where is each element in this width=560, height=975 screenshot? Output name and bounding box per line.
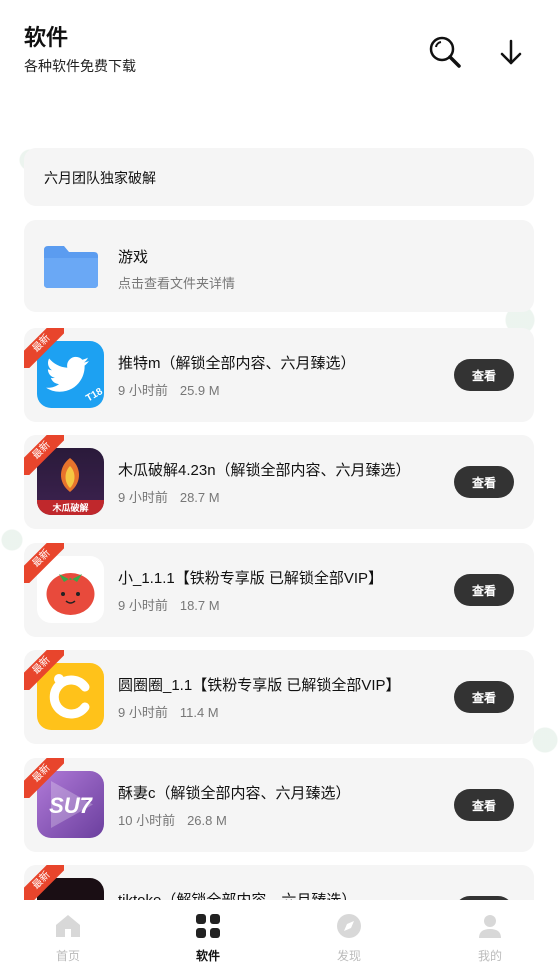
- app-meta: 9 小时前 25.9 M: [118, 380, 220, 399]
- tab-label: 首页: [55, 949, 80, 963]
- new-badge: 最新: [24, 328, 64, 368]
- tab-label: 我的: [477, 949, 502, 963]
- view-button[interactable]: 查看: [454, 466, 514, 498]
- app-time: 10 小时前: [118, 813, 176, 828]
- page-title: 软件: [24, 25, 69, 50]
- app-name: 酥妻c（解锁全部内容、六月臻选）: [118, 785, 351, 802]
- app-meta: 9 小时前 18.7 M: [118, 595, 220, 614]
- view-button[interactable]: 查看: [454, 359, 514, 391]
- app-time: 9 小时前: [118, 383, 168, 398]
- new-badge: 最新: [24, 543, 64, 583]
- app-meta: 10 小时前 26.8 M: [118, 810, 227, 829]
- folder-name: 游戏: [118, 249, 149, 266]
- search-button[interactable]: [427, 34, 463, 70]
- app-size: 18.7 M: [179, 598, 220, 613]
- app-item[interactable]: 木瓜破解 最新 木瓜破解4.23n（解锁全部内容、六月臻选） 9 小时前 28.7…: [24, 435, 534, 529]
- banner-text: 六月团队独家破解: [44, 170, 156, 186]
- app-name: 圆圈圈_1.1【铁粉专享版 已解锁全部VIP】: [118, 677, 401, 694]
- svg-text:木瓜破解: 木瓜破解: [51, 502, 88, 514]
- tab-software[interactable]: 软件: [173, 914, 243, 964]
- folder-icon: [42, 244, 100, 295]
- app-item[interactable]: SU7 最新 酥妻c（解锁全部内容、六月臻选） 10 小时前 26.8 M 查看: [24, 758, 534, 852]
- app-item[interactable]: 最新 圆圈圈_1.1【铁粉专享版 已解锁全部VIP】 9 小时前 11.4 M 查…: [24, 650, 534, 744]
- tab-mine[interactable]: 我的: [455, 914, 525, 964]
- app-size: 25.9 M: [179, 383, 220, 398]
- user-icon: [479, 915, 501, 938]
- app-time: 9 小时前: [118, 705, 168, 720]
- folder-games[interactable]: 游戏 点击查看文件夹详情: [24, 220, 534, 312]
- new-badge: 最新: [24, 435, 64, 475]
- tab-label: 发现: [336, 949, 361, 963]
- download-button[interactable]: [493, 34, 529, 70]
- app-time: 9 小时前: [118, 598, 168, 613]
- app-name: 木瓜破解4.23n（解锁全部内容、六月臻选）: [118, 462, 411, 479]
- page-subtitle: 各种软件免费下载: [24, 58, 136, 74]
- app-meta: 9 小时前 11.4 M: [118, 702, 219, 721]
- new-badge: 最新: [24, 650, 64, 690]
- arrow-down-icon: [500, 39, 522, 65]
- app-item[interactable]: T18 最新 推特m（解锁全部内容、六月臻选） 9 小时前 25.9 M 查看: [24, 328, 534, 422]
- view-button[interactable]: 查看: [454, 681, 514, 713]
- app-size: 11.4 M: [179, 705, 219, 720]
- svg-text:T18: T18: [84, 386, 104, 404]
- app-size: 26.8 M: [187, 813, 227, 828]
- search-icon: [429, 36, 461, 68]
- new-badge: 最新: [24, 758, 64, 798]
- app-meta: 9 小时前 28.7 M: [118, 487, 220, 506]
- grid-icon: [196, 914, 220, 938]
- app-name: 小_1.1.1【铁粉专享版 已解锁全部VIP】: [118, 570, 384, 587]
- app-size: 28.7 M: [179, 490, 220, 505]
- view-button[interactable]: 查看: [454, 574, 514, 606]
- tab-home[interactable]: 首页: [33, 914, 103, 964]
- team-banner[interactable]: 六月团队独家破解: [24, 148, 534, 206]
- view-button[interactable]: 查看: [454, 789, 514, 821]
- tab-label: 软件: [195, 949, 220, 963]
- home-icon: [56, 915, 80, 937]
- page-header: 软件 各种软件免费下载: [24, 20, 136, 76]
- new-badge: 最新: [24, 865, 64, 905]
- tab-discover[interactable]: 发现: [314, 914, 384, 964]
- app-name: 推特m（解锁全部内容、六月臻选）: [118, 355, 356, 372]
- app-item[interactable]: 最新 小_1.1.1【铁粉专享版 已解锁全部VIP】 9 小时前 18.7 M 查…: [24, 543, 534, 637]
- bottom-tab-bar: 首页 软件 发现 我的: [0, 900, 560, 975]
- app-time: 9 小时前: [118, 490, 168, 505]
- folder-description: 点击查看文件夹详情: [118, 276, 236, 291]
- compass-icon: [337, 914, 361, 938]
